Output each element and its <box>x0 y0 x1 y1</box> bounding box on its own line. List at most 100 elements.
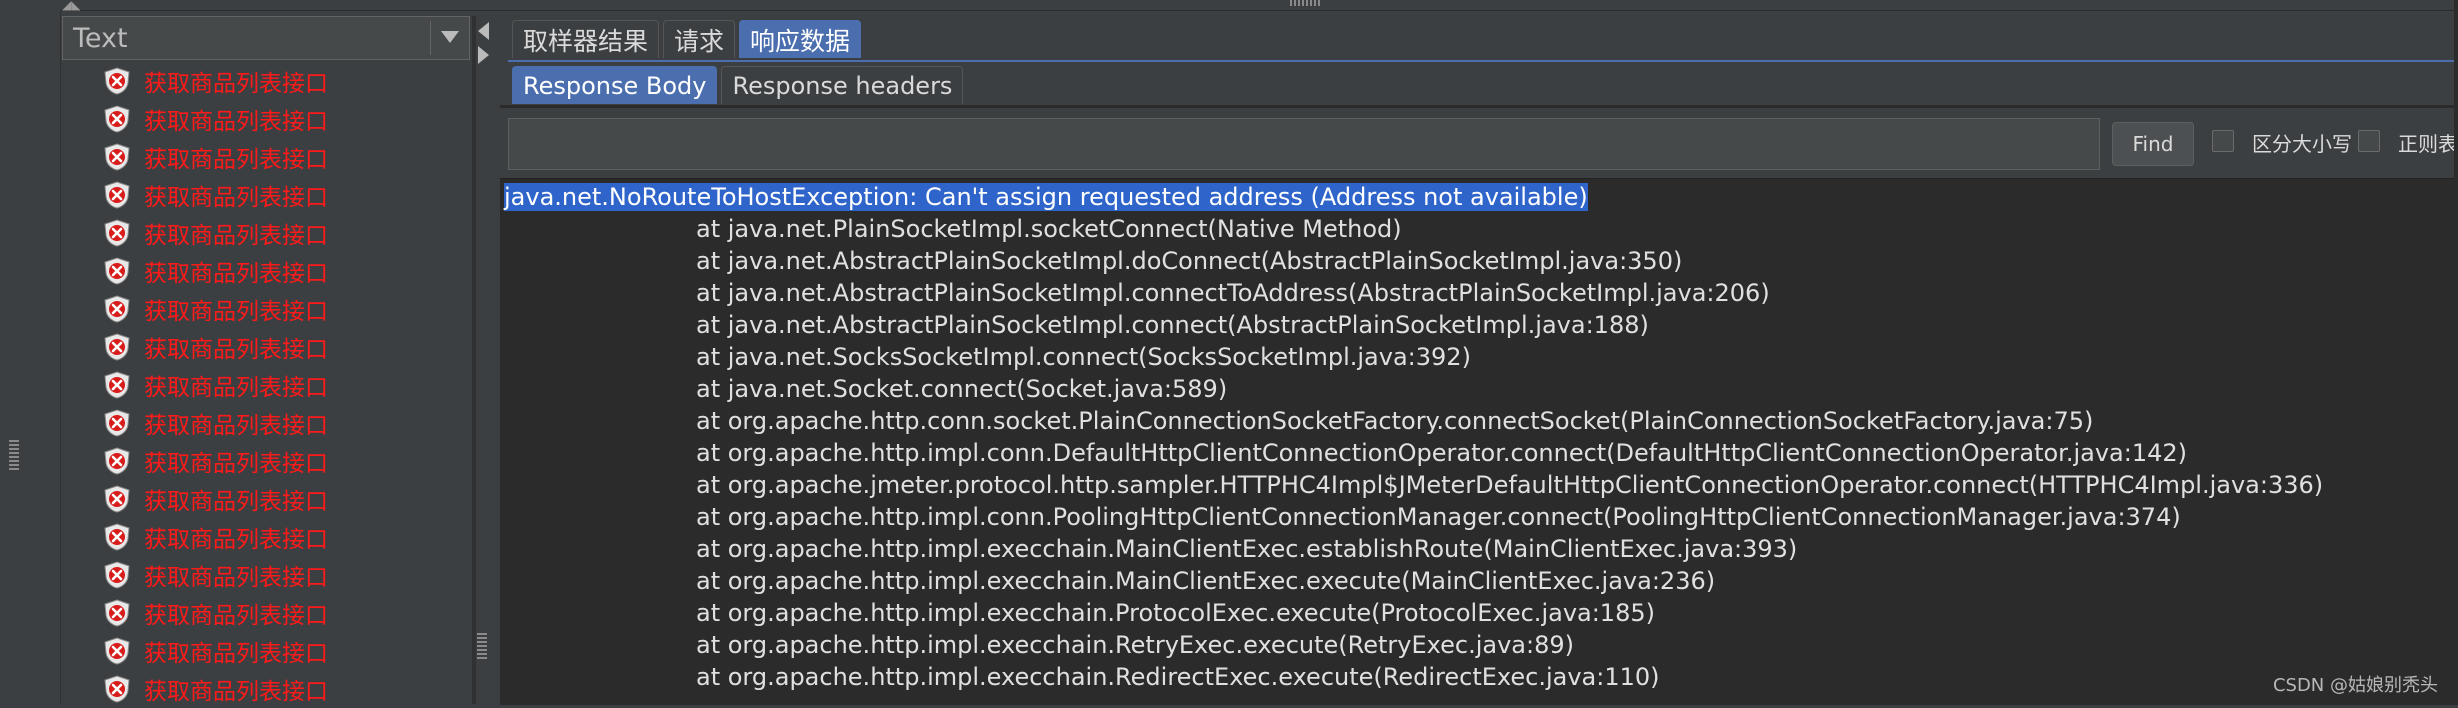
right-edge <box>2454 0 2458 704</box>
tree-item-label: 获取商品列表接口 <box>144 337 328 363</box>
tree-item[interactable]: 获取商品列表接口 <box>102 138 328 176</box>
tree-item[interactable]: 获取商品列表接口 <box>102 290 328 328</box>
regex-label: 正则表 <box>2398 132 2458 156</box>
tree-item-label: 获取商品列表接口 <box>144 565 328 591</box>
search-bar: Find 区分大小写 正则表 <box>500 108 2458 178</box>
tree-item[interactable]: 获取商品列表接口 <box>102 366 328 404</box>
line-text: at java.net.AbstractPlainSocketImpl.doCo… <box>696 247 1683 275</box>
select-divider <box>430 21 431 55</box>
line-text: at java.net.AbstractPlainSocketImpl.conn… <box>696 311 1649 339</box>
tree-item-label: 获取商品列表接口 <box>144 451 328 477</box>
response-subtabs: Response Body Response headers <box>512 66 964 106</box>
collapse-arrows-icon[interactable]: ◢◣ <box>62 0 80 11</box>
tree-item[interactable]: 获取商品列表接口 <box>102 214 328 252</box>
chevron-down-icon[interactable] <box>441 31 459 43</box>
tree-item[interactable]: 获取商品列表接口 <box>102 594 328 632</box>
line-text: at org.apache.jmeter.protocol.http.sampl… <box>696 471 2324 499</box>
find-button[interactable]: Find <box>2112 122 2194 166</box>
stacktrace-line: at org.apache.http.impl.execchain.MainCl… <box>504 533 1797 565</box>
result-tabs: 取样器结果 请求 响应数据 <box>512 20 862 60</box>
error-shield-icon <box>102 256 132 286</box>
line-text: at org.apache.http.impl.execchain.MainCl… <box>696 567 1716 595</box>
tree-item[interactable]: 获取商品列表接口 <box>102 62 328 100</box>
line-text: at org.apache.http.impl.conn.DefaultHttp… <box>696 439 2188 467</box>
error-shield-icon <box>102 484 132 514</box>
case-sensitive-checkbox[interactable] <box>2212 130 2234 152</box>
error-shield-icon <box>102 408 132 438</box>
top-divider <box>0 0 2458 11</box>
tree-item-label: 获取商品列表接口 <box>144 375 328 401</box>
line-text: at java.net.AbstractPlainSocketImpl.conn… <box>696 279 1770 307</box>
tree-item[interactable]: 获取商品列表接口 <box>102 176 328 214</box>
line-text: at org.apache.http.impl.execchain.MainCl… <box>696 535 1798 563</box>
stacktrace-line: at org.apache.http.conn.socket.PlainConn… <box>504 405 2093 437</box>
error-shield-icon <box>102 104 132 134</box>
line-text: at org.apache.http.impl.execchain.RetryE… <box>696 631 1574 659</box>
results-tree: 获取商品列表接口 获取商品列表接口 获取商品列表接口 获取商品列表接口 获取商品列表接口… <box>62 62 470 705</box>
error-shield-icon <box>102 560 132 590</box>
line-text: at org.apache.http.impl.execchain.Protoc… <box>696 599 1655 627</box>
stacktrace-line: at org.apache.http.impl.execchain.RetryE… <box>504 629 1574 661</box>
vertical-splitter[interactable] <box>472 16 476 704</box>
tree-item-label: 获取商品列表接口 <box>144 299 328 325</box>
error-shield-icon <box>102 446 132 476</box>
error-shield-icon <box>102 598 132 628</box>
tree-item-label: 获取商品列表接口 <box>144 527 328 553</box>
tree-item-label: 获取商品列表接口 <box>144 185 328 211</box>
error-shield-icon <box>102 636 132 666</box>
regex-checkbox[interactable] <box>2358 130 2380 152</box>
tree-item[interactable]: 获取商品列表接口 <box>102 328 328 366</box>
tree-item-label: 获取商品列表接口 <box>144 71 328 97</box>
error-shield-icon <box>102 522 132 552</box>
renderer-select[interactable]: Text <box>62 16 470 60</box>
tree-item-label: 获取商品列表接口 <box>144 261 328 287</box>
search-input[interactable] <box>508 118 2100 170</box>
tree-item[interactable]: 获取商品列表接口 <box>102 556 328 594</box>
tab-underline <box>508 60 2458 62</box>
selected-text: java.net.NoRouteToHostException: Can't a… <box>504 183 1588 211</box>
line-text: at java.net.SocksSocketImpl.connect(Sock… <box>696 343 1471 371</box>
tree-item[interactable]: 获取商品列表接口 <box>102 442 328 480</box>
splitter-grip-left[interactable] <box>9 440 19 472</box>
line-text: at org.apache.http.conn.socket.PlainConn… <box>696 407 2094 435</box>
stacktrace-line: at java.net.AbstractPlainSocketImpl.doCo… <box>504 245 1682 277</box>
error-shield-icon <box>102 66 132 96</box>
tab-sampler-result[interactable]: 取样器结果 <box>512 20 660 58</box>
tab-response-data[interactable]: 响应数据 <box>739 20 862 58</box>
collapse-left-icon[interactable] <box>478 22 489 40</box>
exception-line: java.net.NoRouteToHostException: Can't a… <box>504 181 1588 213</box>
stacktrace-line: at org.apache.http.impl.execchain.Redire… <box>504 661 1660 693</box>
error-shield-icon <box>102 218 132 248</box>
tree-item[interactable]: 获取商品列表接口 <box>102 252 328 290</box>
stacktrace-line: at org.apache.http.impl.execchain.Protoc… <box>504 597 1655 629</box>
tree-item[interactable]: 获取商品列表接口 <box>102 670 328 708</box>
tree-item[interactable]: 获取商品列表接口 <box>102 632 328 670</box>
stacktrace-line: at java.net.Socket.connect(Socket.java:5… <box>504 373 1227 405</box>
tree-item[interactable]: 获取商品列表接口 <box>102 404 328 442</box>
tree-item-label: 获取商品列表接口 <box>144 603 328 629</box>
splitter-grip-top[interactable] <box>1290 0 1320 6</box>
tree-item-label: 获取商品列表接口 <box>144 223 328 249</box>
line-text: at org.apache.http.impl.execchain.Redire… <box>696 663 1660 691</box>
results-tree-panel: Text 获取商品列表接口 获取商品列表接口 获取商品列表接口 获取商品列表接口 获取商… <box>62 16 472 705</box>
response-body-text[interactable]: CSDN @姑娘别秃头 java.net.NoRouteToHostExcept… <box>500 178 2458 705</box>
case-sensitive-label: 区分大小写 <box>2252 132 2352 156</box>
renderer-select-value: Text <box>73 23 128 54</box>
error-shield-icon <box>102 294 132 324</box>
splitter-grip-middle[interactable] <box>477 633 487 661</box>
tree-item[interactable]: 获取商品列表接口 <box>102 480 328 518</box>
tree-item-label: 获取商品列表接口 <box>144 489 328 515</box>
tab-response-headers[interactable]: Response headers <box>721 66 964 104</box>
tab-response-body[interactable]: Response Body <box>512 66 718 104</box>
error-shield-icon <box>102 142 132 172</box>
tree-item-label: 获取商品列表接口 <box>144 109 328 135</box>
expand-right-icon[interactable] <box>478 46 489 64</box>
tree-item[interactable]: 获取商品列表接口 <box>102 518 328 556</box>
stacktrace-line: at org.apache.http.impl.conn.DefaultHttp… <box>504 437 2187 469</box>
tab-request[interactable]: 请求 <box>663 20 736 58</box>
tree-item-label: 获取商品列表接口 <box>144 641 328 667</box>
error-shield-icon <box>102 332 132 362</box>
tree-item[interactable]: 获取商品列表接口 <box>102 100 328 138</box>
error-shield-icon <box>102 674 132 704</box>
error-shield-icon <box>102 180 132 210</box>
